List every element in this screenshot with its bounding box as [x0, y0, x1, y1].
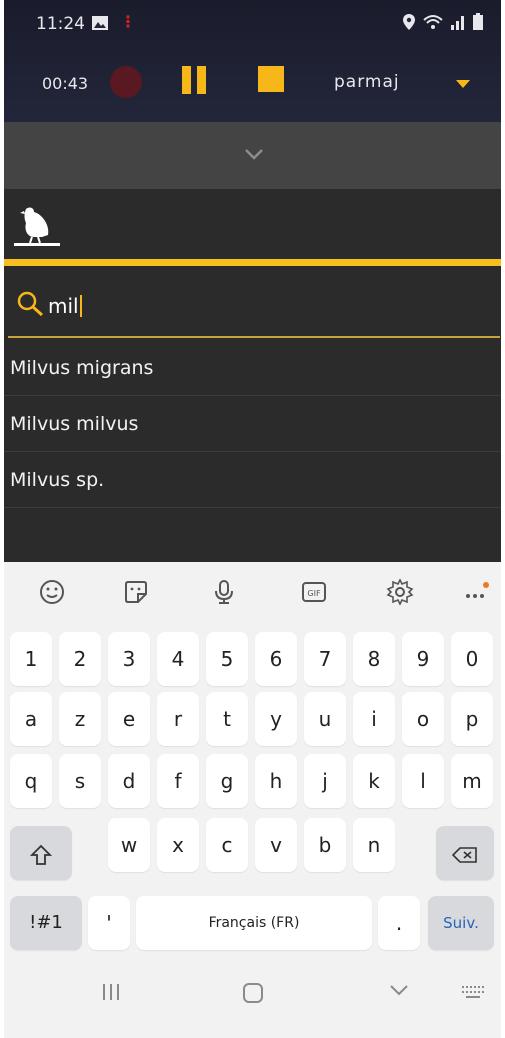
key-j[interactable]: j [304, 754, 346, 808]
apostrophe-key[interactable]: ' [88, 896, 130, 950]
key-1[interactable]: 1 [10, 632, 52, 686]
key-x[interactable]: x [157, 818, 199, 872]
header: 11:24 ⋮ 00:43 parmaj [4, 0, 501, 122]
shift-key[interactable] [10, 826, 72, 880]
location-icon [403, 13, 415, 30]
key-e[interactable]: e [108, 692, 150, 746]
key-m[interactable]: m [451, 754, 493, 808]
key-c[interactable]: c [206, 818, 248, 872]
text-cursor [79, 295, 82, 317]
accent-divider [4, 259, 501, 266]
wifi-icon [423, 14, 443, 29]
key-t[interactable]: t [206, 692, 248, 746]
svg-text:GIF: GIF [307, 589, 321, 598]
period-key[interactable]: . [378, 896, 420, 950]
home-icon[interactable] [242, 982, 264, 1004]
list-item[interactable]: Milvus milvus [4, 396, 501, 452]
pause-button[interactable] [182, 66, 206, 94]
key-0[interactable]: 0 [451, 632, 493, 686]
app-screen: 11:24 ⋮ 00:43 parmaj mil Milvus migrans … [4, 0, 501, 1038]
record-button[interactable] [110, 66, 142, 98]
status-time: 11:24 [36, 14, 85, 34]
recent-apps-icon[interactable] [100, 982, 122, 1002]
search-input[interactable]: mil [48, 294, 82, 318]
key-h[interactable]: h [255, 754, 297, 808]
status-bar: 11:24 ⋮ [4, 0, 501, 46]
suggestion-list: Milvus migrans Milvus milvus Milvus sp. [4, 340, 501, 508]
hide-keyboard-icon[interactable] [388, 982, 410, 998]
key-3[interactable]: 3 [108, 632, 150, 686]
key-u[interactable]: u [304, 692, 346, 746]
key-k[interactable]: k [353, 754, 395, 808]
toolbar [4, 189, 501, 259]
shift-icon [29, 844, 53, 865]
recording-timer: 00:43 [42, 74, 89, 93]
key-5[interactable]: 5 [206, 632, 248, 686]
list-item[interactable]: Milvus sp. [4, 452, 501, 508]
search-field[interactable]: mil [8, 280, 500, 338]
next-key[interactable]: Suiv. [428, 896, 494, 950]
key-n[interactable]: n [353, 818, 395, 872]
backspace-icon [451, 846, 477, 863]
more-notifications-icon: ⋮ [120, 12, 136, 31]
key-b[interactable]: b [304, 818, 346, 872]
status-icons [403, 13, 483, 30]
empty-list-area [4, 516, 501, 566]
username[interactable]: parmaj [334, 72, 400, 92]
more-options-icon[interactable] [462, 578, 490, 606]
bird-icon[interactable] [12, 205, 60, 249]
list-item[interactable]: Milvus migrans [4, 340, 501, 396]
key-l[interactable]: l [402, 754, 444, 808]
key-a[interactable]: a [10, 692, 52, 746]
key-y[interactable]: y [255, 692, 297, 746]
key-z[interactable]: z [59, 692, 101, 746]
sticker-icon[interactable] [122, 578, 150, 606]
key-2[interactable]: 2 [59, 632, 101, 686]
key-8[interactable]: 8 [353, 632, 395, 686]
key-r[interactable]: r [157, 692, 199, 746]
key-f[interactable]: f [157, 754, 199, 808]
gif-icon[interactable]: GIF [300, 578, 328, 606]
signal-icon [451, 15, 464, 30]
search-icon [17, 291, 43, 317]
keyboard-switch-icon[interactable] [460, 982, 486, 1000]
symbols-key[interactable]: !#1 [10, 896, 82, 950]
key-q[interactable]: q [10, 754, 52, 808]
settings-icon[interactable] [386, 578, 414, 606]
user-dropdown-icon[interactable] [456, 80, 470, 88]
key-6[interactable]: 6 [255, 632, 297, 686]
image-notification-icon [92, 16, 108, 30]
space-key[interactable]: Français (FR) [136, 896, 372, 950]
battery-icon [473, 13, 483, 30]
key-d[interactable]: d [108, 754, 150, 808]
microphone-icon[interactable] [210, 578, 238, 606]
key-p[interactable]: p [451, 692, 493, 746]
key-i[interactable]: i [353, 692, 395, 746]
key-g[interactable]: g [206, 754, 248, 808]
collapse-bar[interactable] [4, 122, 501, 189]
key-9[interactable]: 9 [402, 632, 444, 686]
key-s[interactable]: s [59, 754, 101, 808]
backspace-key[interactable] [436, 826, 494, 880]
key-4[interactable]: 4 [157, 632, 199, 686]
key-o[interactable]: o [402, 692, 444, 746]
stop-button[interactable] [258, 66, 284, 92]
emoji-icon[interactable] [38, 578, 66, 606]
key-7[interactable]: 7 [304, 632, 346, 686]
key-w[interactable]: w [108, 818, 150, 872]
navigation-bar [4, 956, 501, 1038]
chevron-down-icon[interactable] [244, 148, 264, 160]
keyboard-toolbar: GIF [4, 562, 501, 620]
key-v[interactable]: v [255, 818, 297, 872]
recorder-bar: 00:43 parmaj [4, 48, 501, 118]
